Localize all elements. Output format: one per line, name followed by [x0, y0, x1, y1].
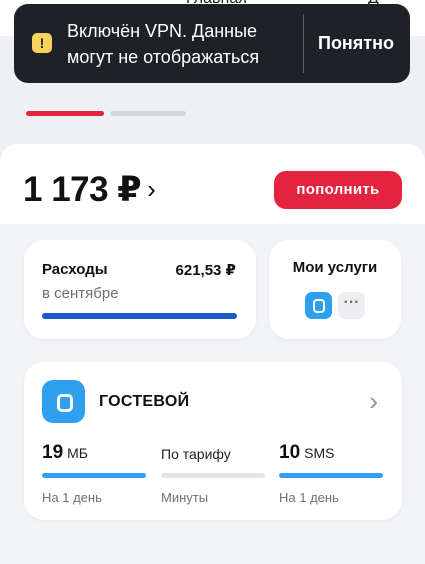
expenses-period: в сентябре — [42, 285, 119, 302]
toast-dismiss-button[interactable]: Понятно — [318, 33, 394, 54]
sms-unit: SMS — [304, 445, 335, 461]
internet-value: 19 — [42, 442, 64, 463]
sms-caption: На 1 день — [279, 490, 339, 505]
toast-message: Включён VPN. Данные могут не отображатьс… — [67, 21, 260, 67]
chevron-right-icon[interactable]: › — [369, 386, 378, 417]
expenses-bar — [42, 313, 237, 319]
balance-value: 1 173 ₽ — [23, 170, 142, 209]
tariff-internet: 19 МБ На 1 день — [42, 442, 146, 505]
topup-button[interactable]: пополнить — [274, 171, 402, 209]
internet-caption: На 1 день — [42, 490, 102, 505]
tariff-sms: 10 SMS На 1 день — [279, 442, 383, 505]
tariff-minutes: По тарифу Минуты — [161, 442, 265, 505]
tariff-card[interactable]: ГОСТЕВОЙ › 19 МБ На 1 день По тарифу Мину… — [24, 362, 402, 520]
sms-bar — [279, 473, 383, 478]
tariff-logo-icon — [42, 380, 85, 423]
tariff-name: ГОСТЕВОЙ — [99, 393, 190, 410]
balance-amount[interactable]: 1 173 ₽ › — [23, 170, 156, 210]
warning-icon: ! — [32, 33, 52, 53]
toast-divider — [303, 14, 304, 73]
vpn-toast: ! Включён VPN. Данные могут не отображат… — [14, 4, 410, 83]
expenses-title: Расходы — [42, 261, 108, 278]
page-indicator[interactable] — [110, 111, 186, 116]
expenses-card[interactable]: Расходы 621,53 ₽ в сентябре — [24, 240, 256, 339]
chevron-right-icon: › — [147, 174, 156, 204]
internet-unit: МБ — [67, 445, 88, 461]
page-indicator-active[interactable] — [26, 111, 104, 116]
tariff-service-icon — [305, 292, 332, 319]
minutes-caption: Минуты — [161, 490, 209, 505]
minutes-bar — [161, 473, 265, 478]
services-title: Мои услуги — [292, 259, 378, 276]
more-icon: ··· — [338, 292, 365, 319]
expenses-amount: 621,53 ₽ — [175, 262, 236, 279]
services-card[interactable]: Мои услуги ··· — [269, 240, 401, 339]
sms-value: 10 — [279, 442, 301, 463]
internet-bar — [42, 473, 146, 478]
minutes-value: По тарифу — [161, 446, 231, 462]
